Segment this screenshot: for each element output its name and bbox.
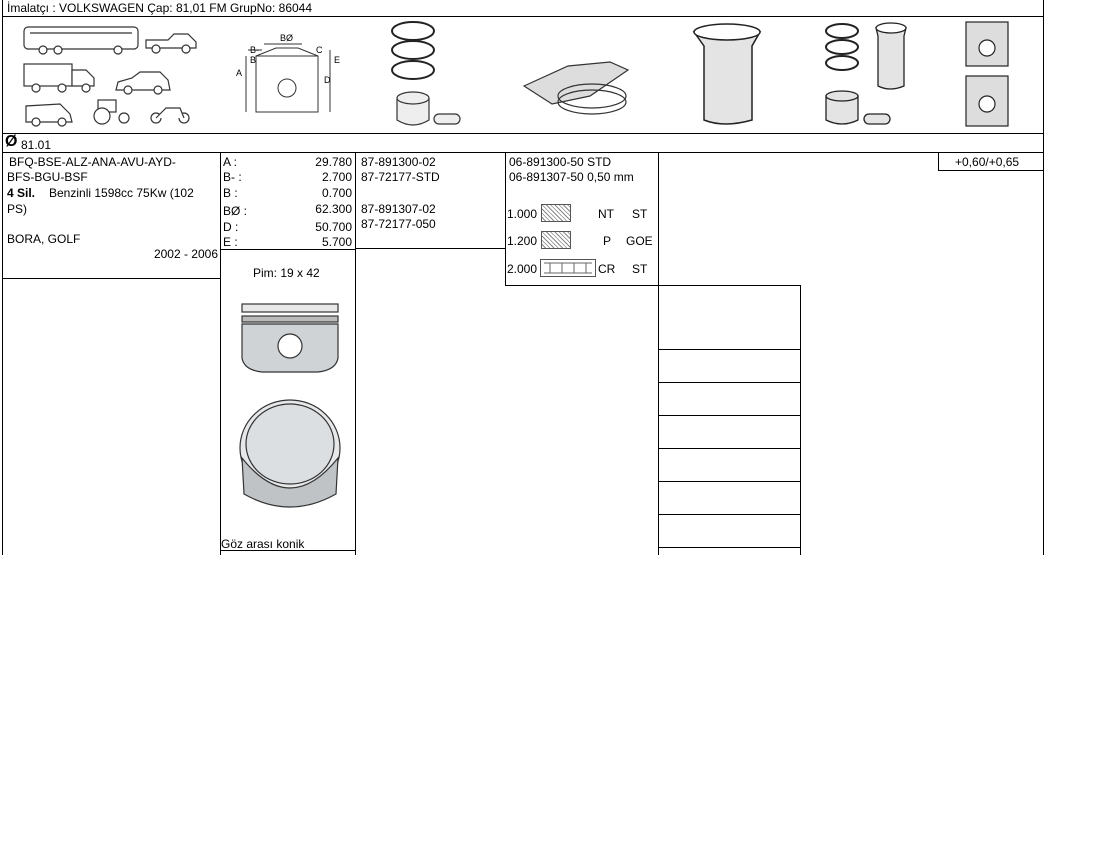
- piston-image: [239, 303, 341, 508]
- diameter-value: 81.01: [21, 138, 52, 152]
- vehicle-icons: [23, 21, 1009, 127]
- ring-3-thick: 2.000: [507, 262, 538, 276]
- ring-3-type: CR: [598, 262, 616, 276]
- grid-row-4: [658, 448, 800, 449]
- col-parts-divider: [505, 153, 506, 285]
- part-4: 87-72177-050: [361, 217, 436, 231]
- engine-spec-2: PS): [7, 202, 28, 216]
- diag-label-a: A: [236, 68, 243, 78]
- diag-label-bdia: BØ: [280, 33, 294, 43]
- engine-codes-2: BFS-BGU-BSF: [7, 170, 88, 184]
- grid-right: [800, 285, 801, 555]
- grid-row-5: [658, 481, 800, 482]
- dim-value-bminus: 2.700: [321, 170, 352, 184]
- dim-value-a: 29.780: [315, 155, 352, 169]
- dim-label-bdia: BØ :: [223, 204, 248, 218]
- diag-label-b: B: [250, 55, 257, 65]
- parts-bottom: [355, 248, 505, 249]
- dim-value-e: 5.700: [321, 235, 352, 249]
- grid-row-6: [658, 514, 800, 515]
- oversize-value: +0,60/+0,65: [955, 155, 1020, 169]
- dim-label-bminus: B- :: [223, 170, 242, 184]
- dim-label-b: B :: [223, 186, 238, 200]
- col-dims-divider: [355, 153, 356, 555]
- ring-3-profile-icon: [540, 259, 596, 277]
- engine-bottom: [2, 278, 220, 279]
- part-2: 87-72177-STD: [361, 170, 440, 184]
- part-3: 87-891307-02: [361, 202, 436, 216]
- col-rings-divider: [658, 153, 659, 555]
- ring-1-mat: ST: [632, 207, 648, 221]
- diag-label-d: D: [324, 75, 331, 85]
- ring-1-profile-icon: [541, 204, 571, 222]
- diag-label-c: C: [316, 45, 323, 55]
- ring-part-1: 06-891300-50 STD: [509, 155, 612, 169]
- dim-label-e: E :: [223, 235, 238, 249]
- ring-3-mat: ST: [632, 262, 648, 276]
- ring-1-thick: 1.000: [507, 207, 538, 221]
- part-1: 87-891300-02: [361, 155, 436, 169]
- grid-row-7: [658, 547, 800, 548]
- dim-value-d: 50.700: [315, 220, 352, 234]
- col-engine-divider: [220, 153, 221, 555]
- engine-models: BORA, GOLF: [7, 232, 81, 246]
- ring-1-type: NT: [598, 207, 614, 221]
- dim-value-b: 0.700: [321, 186, 352, 200]
- ring-2-mat: GOE: [626, 234, 653, 248]
- dim-value-bdia: 62.300: [315, 202, 352, 216]
- pin-size: Pim: 19 x 42: [253, 266, 320, 280]
- dims-bottom: [220, 249, 355, 250]
- grid-row-0: [658, 285, 800, 286]
- grid-row-1: [658, 349, 800, 350]
- grid-row-2: [658, 382, 800, 383]
- grid-row-3: [658, 415, 800, 416]
- diameter-divider: [2, 152, 1043, 153]
- ring-2-thick: 1.200: [507, 234, 538, 248]
- engine-codes-1: BFQ-BSE-ALZ-ANA-AVU-AYD-: [9, 155, 176, 169]
- diameter-icon: Ø: [5, 133, 18, 150]
- goz-arasi: Göz arası konik: [221, 537, 305, 551]
- ring-2-profile-icon: [541, 231, 571, 249]
- dim-label-d: D :: [223, 220, 239, 234]
- dim-label-a: A :: [223, 155, 238, 169]
- engine-cyl: 4 Sil.: [7, 186, 36, 200]
- ring-2-type: P: [603, 234, 612, 248]
- diag-label-e: E: [334, 55, 341, 65]
- engine-spec: Benzinli 1598cc 75Kw (102: [49, 186, 194, 200]
- engine-years: 2002 - 2006: [153, 247, 218, 261]
- ring-part-2: 06-891307-50 0,50 mm: [509, 170, 634, 184]
- rings-bottom: [505, 285, 658, 286]
